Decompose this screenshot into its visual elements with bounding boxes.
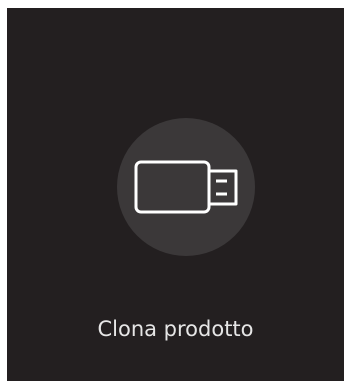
tile-label: Clona prodotto <box>97 317 254 341</box>
usb-drive-icon <box>134 160 238 214</box>
clone-product-tile[interactable]: Clona prodotto <box>7 8 344 381</box>
icon-circle <box>117 118 255 256</box>
